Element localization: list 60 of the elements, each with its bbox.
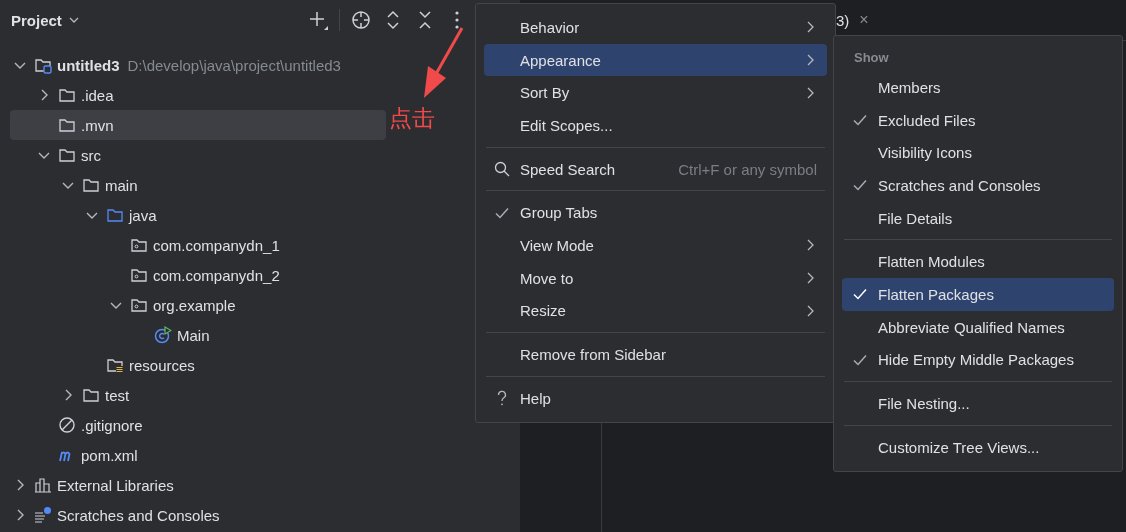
tree-label: pom.xml xyxy=(81,446,138,464)
tree-row[interactable]: com.companydn_2 xyxy=(10,260,386,290)
tree-row[interactable]: test xyxy=(10,380,386,410)
menu-item[interactable]: Move to xyxy=(484,261,827,295)
tree-label: .idea xyxy=(81,86,114,104)
menu-item[interactable]: File Nesting... xyxy=(842,387,1114,420)
editor-tab[interactable]: 3) × xyxy=(836,11,869,29)
tree-row[interactable]: org.example xyxy=(10,290,386,320)
menu-item[interactable]: View Mode xyxy=(484,229,827,262)
tree-row[interactable]: untitled3 D:\develop\java\project\untitled3 xyxy=(10,50,386,80)
tree-label: Scratches and Consoles xyxy=(57,506,220,524)
menu-item[interactable]: Excluded Files xyxy=(842,103,1114,137)
menu-item[interactable]: Help xyxy=(484,381,827,415)
tree-row[interactable]: main xyxy=(10,170,386,200)
tree-label: java xyxy=(129,206,157,224)
tree-label: com.companydn_2 xyxy=(153,266,280,284)
tree-row[interactable]: pom.xml xyxy=(10,440,386,470)
tree-row[interactable]: External Libraries xyxy=(10,470,386,500)
menu-item[interactable]: Flatten Modules xyxy=(842,245,1114,279)
menu-item[interactable]: Members xyxy=(842,71,1114,104)
tree-label: org.example xyxy=(153,296,236,314)
tree-label: .mvn xyxy=(81,116,114,134)
menu-item[interactable]: Group Tabs xyxy=(484,196,827,230)
menu-item[interactable]: Flatten Packages xyxy=(842,278,1114,311)
tree-label: main xyxy=(105,176,138,194)
menu-item[interactable]: Scratches and Consoles xyxy=(842,169,1114,202)
tree-label: untitled3 xyxy=(57,56,120,74)
menu-item[interactable]: File Details xyxy=(842,201,1114,235)
menu-item[interactable]: Sort By xyxy=(484,76,827,110)
menu-item[interactable]: Behavior xyxy=(484,11,827,44)
menu-item[interactable]: Edit Scopes... xyxy=(484,109,827,142)
tree-row[interactable]: java xyxy=(10,200,386,230)
menu-item[interactable]: Appearance xyxy=(484,43,827,77)
tree-row[interactable]: Scratches and Consoles xyxy=(10,500,386,530)
shortcut-hint: Ctrl+F or any symbol xyxy=(678,160,817,178)
tree-row[interactable]: Main xyxy=(10,320,386,350)
tree-row[interactable]: src xyxy=(10,140,386,170)
tree-row[interactable]: .gitignore xyxy=(10,410,386,440)
annotation-label: 点击 xyxy=(389,104,435,133)
tree-label: .gitignore xyxy=(81,416,143,434)
menu-item[interactable]: Visibility Icons xyxy=(842,136,1114,170)
tree-label: test xyxy=(105,386,130,404)
menu-item[interactable]: Hide Empty Middle Packages xyxy=(842,343,1114,377)
menu-item[interactable]: Remove from Sidebar xyxy=(484,338,827,371)
menu-item[interactable]: Abbreviate Qualified Names xyxy=(842,310,1114,344)
tree-label: External Libraries xyxy=(57,476,174,494)
tree-label: com.companydn_1 xyxy=(153,236,280,254)
tree-row[interactable]: .idea xyxy=(10,80,386,110)
project-path: D:\develop\java\project\untitled3 xyxy=(127,56,341,74)
tree-row[interactable]: .mvn xyxy=(10,110,386,140)
tree-label: Main xyxy=(177,326,210,344)
tree-label: src xyxy=(81,146,101,164)
tree-row[interactable]: com.companydn_1 xyxy=(10,230,386,260)
menu-item[interactable]: Resize xyxy=(484,294,827,328)
tree-label: resources xyxy=(129,356,195,374)
menu-header: Show xyxy=(854,49,889,65)
panel-title[interactable]: Project xyxy=(11,11,62,29)
menu-item[interactable]: Speed Search Ctrl+F or any symbol xyxy=(484,152,827,186)
tree-row[interactable]: resources xyxy=(10,350,386,380)
menu-item[interactable]: Customize Tree Views... xyxy=(842,430,1114,464)
